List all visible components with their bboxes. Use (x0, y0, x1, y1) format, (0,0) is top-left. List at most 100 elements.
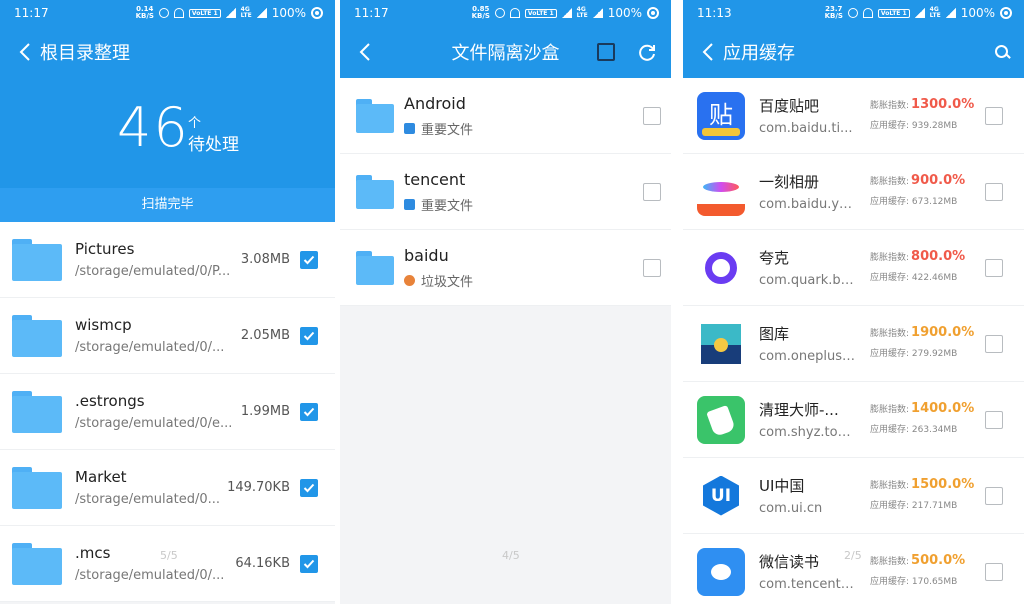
file-tag-label: 重要文件 (421, 198, 474, 214)
app-name: 图库 (759, 325, 790, 343)
cleaner-icon (697, 395, 745, 444)
select-checkbox[interactable] (985, 410, 1003, 429)
select-checkbox[interactable] (643, 182, 661, 201)
list-item[interactable]: baidu 垃圾文件 (340, 230, 671, 306)
app-cache-list: 贴 百度贴吧 com.baidu.ti... 膨胀指数: 1300.0% 应用缓存… (683, 78, 1024, 604)
volte-badge: VoLTE 1 (524, 8, 557, 18)
file-tag-label: 垃圾文件 (421, 274, 474, 290)
list-item[interactable]: 图库 com.oneplus.... 膨胀指数: 1900.0% 应用缓存: 27… (683, 306, 1024, 382)
select-checkbox[interactable] (300, 402, 318, 421)
app-name: 清理大师-... (759, 401, 839, 419)
app-package: com.shyz.tou... (759, 425, 855, 440)
page-title: 应用缓存 (723, 43, 795, 64)
folder-path: /storage/emulated/0/e... (75, 416, 233, 431)
folder-path: /storage/emulated/0/... (75, 568, 225, 583)
refresh-icon[interactable] (637, 42, 657, 62)
file-tag-label: 重要文件 (421, 122, 474, 138)
bloat-value: 1400.0% (911, 401, 975, 416)
folder-icon (12, 466, 62, 509)
folder-name: Market (75, 468, 127, 486)
back-icon[interactable] (14, 41, 36, 63)
list-item[interactable]: wismcp /storage/emulated/0/... 2.05MB (0, 298, 335, 374)
app-package: com.ui.cn (759, 501, 823, 516)
app-package: com.baidu.ti... (759, 121, 853, 136)
bloat-value: 1900.0% (911, 325, 975, 340)
alarm-icon (847, 8, 858, 18)
bloat-label: 膨胀指数: (870, 177, 910, 187)
folder-path: /storage/emulated/0/P... (75, 264, 231, 279)
app-package: com.quark.bro... (759, 273, 855, 288)
wifi-icon (509, 8, 520, 18)
list-item[interactable]: .estrongs /storage/emulated/0/e... 1.99M… (0, 374, 335, 450)
search-icon[interactable] (994, 44, 1010, 60)
quark-icon (697, 243, 745, 292)
page-indicator: 4/5 (502, 549, 520, 562)
folder-size: 1.99MB (240, 404, 290, 419)
lte-badge: 4G LTE (240, 6, 252, 19)
bloat-label: 膨胀指数: (870, 101, 910, 111)
battery-text: 100% (271, 6, 306, 20)
bloat-label: 膨胀指数: (870, 557, 910, 567)
folder-size: 149.70KB (227, 480, 290, 495)
select-checkbox[interactable] (985, 106, 1003, 125)
select-checkbox[interactable] (985, 562, 1003, 581)
list-item[interactable]: .mcs /storage/emulated/0/... 64.16KB (0, 526, 335, 602)
status-time: 11:17 (14, 6, 49, 20)
folder-icon (356, 98, 394, 133)
alarm-icon (494, 8, 505, 18)
lte-badge: 4G LTE (929, 6, 941, 19)
select-checkbox[interactable] (300, 478, 318, 497)
select-checkbox[interactable] (643, 106, 661, 125)
title-bar: 应用缓存 (683, 26, 1024, 78)
app-name: 一刻相册 (759, 173, 820, 191)
select-checkbox[interactable] (985, 258, 1003, 277)
select-checkbox[interactable] (643, 258, 661, 277)
app-package: com.tencent.w... (759, 577, 855, 592)
cache-metrics: 膨胀指数: 500.0% 应用缓存: 170.65MB (870, 553, 970, 587)
cache-size: 263.34MB (911, 425, 958, 435)
list-item[interactable]: 一刻相册 com.baidu.you... 膨胀指数:900.0% 应用缓存: … (683, 154, 1024, 230)
status-bar: 11:17 0.14 KB/S VoLTE 1 4G LTE 100% (0, 0, 335, 26)
bloat-label: 膨胀指数: (870, 329, 910, 339)
page-title: 根目录整理 (40, 43, 130, 64)
list-item[interactable]: 微信读书 com.tencent.w... 膨胀指数:500.0% 应用缓存: … (683, 534, 1024, 604)
select-checkbox[interactable] (985, 182, 1003, 201)
cache-metrics: 膨胀指数: 1500.0% 应用缓存: 217.71MB (870, 477, 974, 511)
network-speed: 0.14 KB/S (135, 5, 154, 20)
select-checkbox[interactable] (985, 486, 1003, 505)
select-checkbox[interactable] (300, 326, 318, 345)
list-item[interactable]: Pictures /storage/emulated/0/P... 3.08MB (0, 222, 335, 298)
list-item[interactable]: UI UI中国 com.ui.cn 膨胀指数: 1500.0% 应用缓存: 217… (683, 458, 1024, 534)
signal-icon (561, 8, 572, 18)
list-item[interactable]: Market /storage/emulated/0... 149.70KB (0, 450, 335, 526)
signal-icon-2 (945, 8, 956, 18)
list-item[interactable]: 夸克 com.quark.bro... 膨胀指数:800.0% 应用缓存: 42… (683, 230, 1024, 306)
cache-metrics: 膨胀指数: 1400.0% 应用缓存: 263.34MB (870, 401, 974, 435)
cache-size: 217.71MB (911, 501, 958, 511)
folder-name: Pictures (75, 240, 135, 258)
important-file-icon (404, 122, 415, 134)
bloat-value: 800.0% (911, 249, 966, 264)
list-item[interactable]: tencent 重要文件 (340, 154, 671, 230)
folder-name: .mcs (75, 544, 111, 562)
signal-icon-2 (592, 8, 603, 18)
back-icon[interactable] (697, 41, 719, 63)
volte-badge: VoLTE 1 (188, 8, 221, 18)
status-bar: 11:17 0.85 KB/S VoLTE 1 4G LTE 100% (340, 0, 671, 26)
file-tag: 重要文件 (404, 119, 473, 138)
back-icon[interactable] (354, 41, 376, 63)
select-checkbox[interactable] (985, 334, 1003, 353)
select-checkbox[interactable] (300, 554, 318, 573)
pending-count: 46 (117, 96, 190, 159)
page-indicator: 2/5 (844, 549, 862, 562)
list-item[interactable]: 清理大师-... com.shyz.tou... 膨胀指数: 1400.0% 应用… (683, 382, 1024, 458)
battery-icon (311, 7, 323, 19)
status-time: 11:13 (697, 6, 732, 20)
select-checkbox[interactable] (300, 250, 318, 269)
select-all-icon[interactable] (597, 43, 615, 61)
list-item[interactable]: Android 重要文件 (340, 78, 671, 154)
important-file-icon (404, 198, 415, 210)
folder-icon (12, 390, 62, 433)
folder-name: wismcp (75, 316, 132, 334)
list-item[interactable]: 贴 百度贴吧 com.baidu.ti... 膨胀指数: 1300.0% 应用缓存… (683, 78, 1024, 154)
